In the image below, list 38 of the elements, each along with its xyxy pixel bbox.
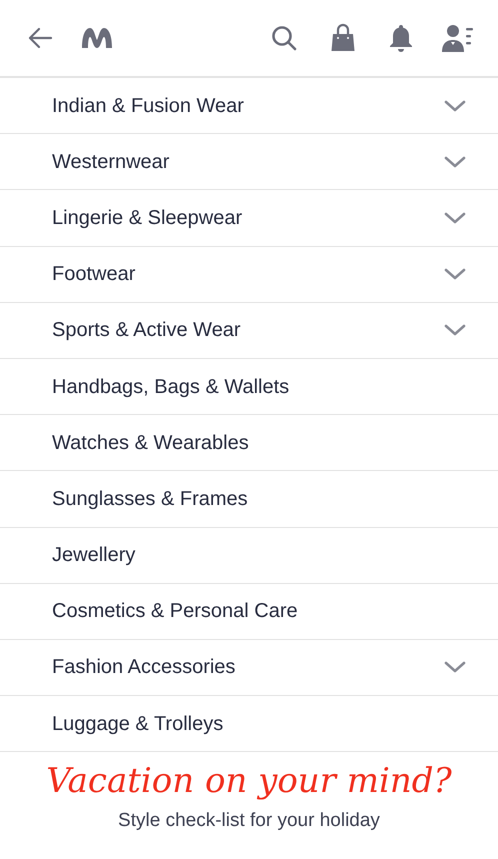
category-label: Indian & Fusion Wear xyxy=(52,94,245,119)
category-item[interactable]: Footwear xyxy=(0,246,498,303)
category-label: Luggage & Trolleys xyxy=(52,712,224,737)
category-label: Lingerie & Sleepwear xyxy=(52,206,244,231)
category-label: Sunglasses & Frames xyxy=(52,486,249,512)
category-item[interactable]: Sunglasses & Frames xyxy=(0,471,498,528)
category-item[interactable]: Sports & Active Wear xyxy=(0,302,498,359)
category-item[interactable]: Indian & Fusion Wear xyxy=(0,78,498,134)
category-item[interactable]: Cosmetics & Personal Care xyxy=(0,584,498,640)
back-arrow-icon xyxy=(27,26,53,50)
chevron-down-icon[interactable] xyxy=(444,100,466,112)
category-item[interactable]: Westernwear xyxy=(0,134,498,190)
shopping-bag-icon[interactable] xyxy=(330,23,356,53)
category-label: Watches & Wearables xyxy=(52,430,250,456)
banner-subtitle: Style check-list for your holiday xyxy=(118,808,380,833)
category-label: Handbags, Bags & Wallets xyxy=(52,374,290,400)
logo-icon[interactable] xyxy=(80,26,114,50)
banner-headline: Vacation on your mind? xyxy=(46,760,452,803)
category-label: Footwear xyxy=(52,262,136,288)
category-label: Fashion Accessories xyxy=(52,655,236,680)
search-icon[interactable] xyxy=(270,24,298,52)
profile-icon[interactable] xyxy=(442,23,474,53)
category-label: Jewellery xyxy=(52,543,136,568)
category-item[interactable]: Jewellery xyxy=(0,528,498,584)
chevron-down-icon[interactable] xyxy=(444,156,466,168)
chevron-down-icon[interactable] xyxy=(444,661,466,674)
chevron-down-icon[interactable] xyxy=(444,268,466,280)
category-label: Sports & Active Wear xyxy=(52,318,242,344)
category-item[interactable]: Fashion Accessories xyxy=(0,640,498,696)
bell-icon[interactable] xyxy=(388,23,414,53)
category-item[interactable]: Luggage & Trolleys xyxy=(0,696,498,752)
category-label: Westernwear xyxy=(52,150,170,175)
category-item[interactable]: Lingerie & Sleepwear xyxy=(0,190,498,247)
category-item[interactable]: Handbags, Bags & Wallets xyxy=(0,358,498,416)
category-label: Cosmetics & Personal Care xyxy=(52,599,299,624)
category-item[interactable]: Watches & Wearables xyxy=(0,415,498,472)
chevron-down-icon[interactable] xyxy=(444,324,466,336)
chevron-down-icon[interactable] xyxy=(444,212,466,224)
